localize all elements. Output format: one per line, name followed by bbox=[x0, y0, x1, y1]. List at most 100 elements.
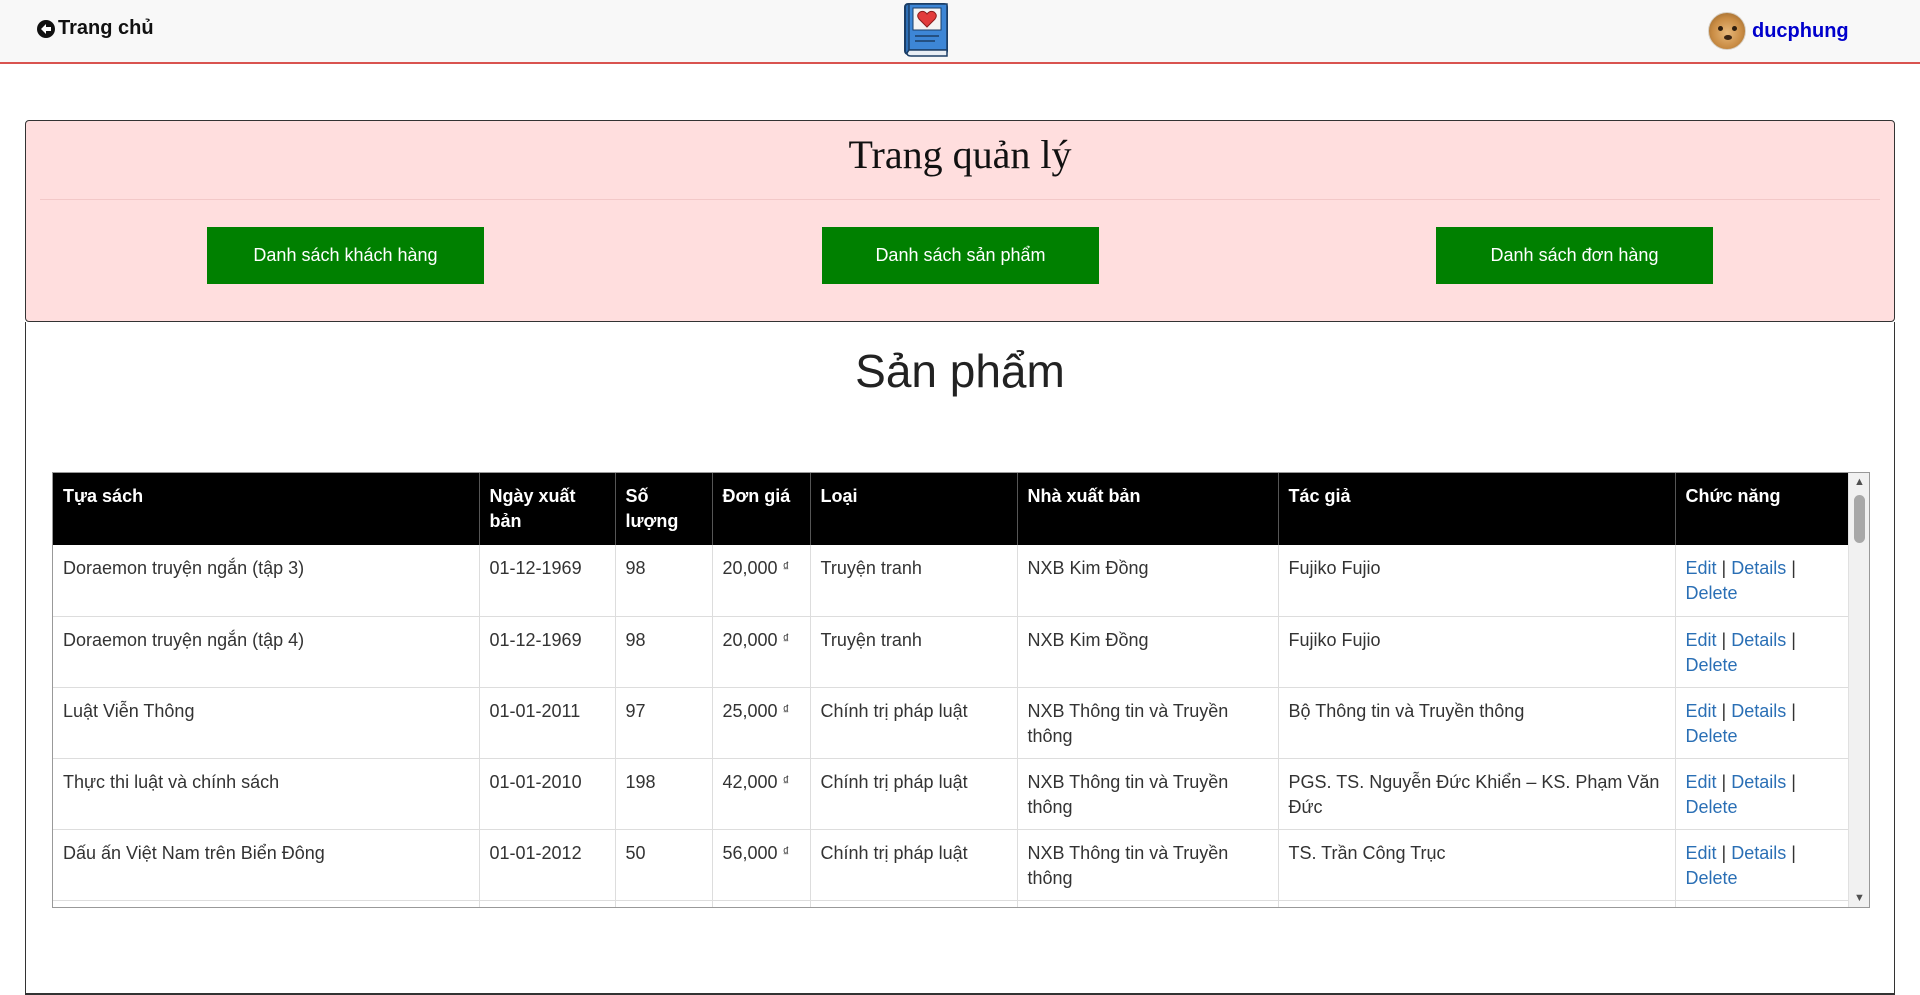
triangle-up-icon[interactable]: ▲ bbox=[1849, 473, 1869, 491]
price-value: 42,000 bbox=[722, 771, 778, 792]
cell-date: 01-12-1969 bbox=[479, 545, 616, 617]
vertical-scrollbar[interactable]: ▲ ▼ bbox=[1848, 473, 1869, 907]
home-link-label: Trang chủ bbox=[58, 17, 154, 39]
column-header-price[interactable]: Đơn giá bbox=[712, 473, 811, 545]
cell-author: Bộ Thông tin và Truyền thông bbox=[1278, 687, 1676, 759]
table-row: Luật Viễn Thông 01-01-2011 97 25,000 ₫ Chính… bbox=[53, 687, 1850, 759]
details-link[interactable]: Details bbox=[1731, 843, 1786, 863]
currency-symbol: ₫ bbox=[782, 843, 790, 859]
action-separator: | bbox=[1791, 629, 1796, 650]
divider bbox=[40, 199, 1880, 200]
page-title: Sản phẩm bbox=[855, 345, 1065, 397]
cell-category: Chính trị pháp luật bbox=[810, 687, 1018, 759]
cell-actions: Edit | Details | Delete bbox=[1675, 545, 1850, 617]
cell-price: 20,000 ₫ bbox=[712, 616, 811, 688]
column-header-author[interactable]: Tác giả bbox=[1278, 473, 1676, 545]
cell-publisher: NXB Thông tin và Truyền thông bbox=[1017, 758, 1279, 830]
table-row: Dấu ấn Việt Nam trên Biển Đông 01-01-2012… bbox=[53, 829, 1850, 901]
delete-link[interactable]: Delete bbox=[1686, 583, 1738, 603]
edit-link[interactable]: Edit bbox=[1686, 630, 1717, 650]
currency-symbol: ₫ bbox=[782, 559, 790, 574]
column-header-title[interactable]: Tựa sách bbox=[53, 473, 480, 545]
products-table: Tựa sách Ngày xuất bản Số lượng Đơn giá … bbox=[53, 473, 1850, 907]
cell-author: PGS. TS. Nguyễn Đức Khiển – KS. Phạm Văn… bbox=[1278, 758, 1676, 830]
edit-link[interactable]: Edit bbox=[1686, 772, 1717, 792]
delete-link[interactable]: Delete bbox=[1686, 797, 1738, 817]
edit-link[interactable]: Edit bbox=[1686, 843, 1717, 863]
price-value: 20,000 bbox=[722, 558, 778, 578]
action-separator: | bbox=[1791, 771, 1796, 792]
action-separator: | bbox=[1721, 842, 1727, 863]
cell-date: 01-01-2010 bbox=[479, 758, 616, 830]
currency-symbol: ₫ bbox=[782, 701, 790, 717]
admin-panel: Trang quản lý Danh sách khách hàng Danh … bbox=[25, 120, 1895, 322]
details-link[interactable]: Details bbox=[1731, 630, 1786, 650]
circle-arrow-left-icon bbox=[37, 19, 55, 38]
table-row: Thực thi luật và chính sách 01-01-2010 198… bbox=[53, 758, 1850, 830]
action-separator: | bbox=[1791, 700, 1796, 721]
price-value: 56,000 bbox=[722, 842, 778, 863]
cell-quantity: 98 bbox=[615, 545, 713, 617]
details-link[interactable]: Details bbox=[1731, 558, 1786, 578]
cell-publisher: NXB Thông tin và Truyền thông bbox=[1017, 829, 1279, 901]
cell-publisher: NXB Kim Đồng bbox=[1017, 545, 1279, 617]
cell-price: 42,000 ₫ bbox=[712, 758, 811, 830]
edit-link[interactable]: Edit bbox=[1686, 558, 1717, 578]
home-link[interactable]: Trang chủ bbox=[36, 17, 154, 40]
currency-symbol: ₫ bbox=[782, 772, 790, 788]
table-cell-empty bbox=[53, 900, 480, 907]
column-header-category[interactable]: Loại bbox=[810, 473, 1018, 545]
products-panel: Sản phẩm Tựa sách Ngày xuất bản Số lượng… bbox=[25, 322, 1895, 995]
table-cell-empty bbox=[1675, 900, 1850, 907]
cell-quantity: 50 bbox=[615, 829, 713, 901]
cell-quantity: 98 bbox=[615, 616, 713, 688]
table-row: Doraemon truyện ngắn (tập 4) 01-12-1969 98… bbox=[53, 616, 1850, 688]
cell-publisher: NXB Kim Đồng bbox=[1017, 616, 1279, 688]
cell-price: 20,000 ₫ bbox=[712, 545, 811, 617]
delete-link[interactable]: Delete bbox=[1686, 868, 1738, 888]
cell-actions: Edit | Details | Delete bbox=[1675, 687, 1850, 759]
table-cell-empty bbox=[1017, 900, 1279, 907]
delete-link[interactable]: Delete bbox=[1686, 655, 1738, 675]
scrollbar-thumb[interactable] bbox=[1854, 495, 1865, 543]
product-list-button[interactable]: Danh sách sản phẩm bbox=[822, 227, 1099, 284]
user-menu[interactable]: ducphung bbox=[1708, 12, 1849, 50]
delete-link[interactable]: Delete bbox=[1686, 726, 1738, 746]
details-link[interactable]: Details bbox=[1731, 772, 1786, 792]
cell-quantity: 198 bbox=[615, 758, 713, 830]
details-link[interactable]: Details bbox=[1731, 701, 1786, 721]
cell-price: 56,000 ₫ bbox=[712, 829, 811, 901]
book-heart-icon[interactable] bbox=[903, 2, 951, 60]
cell-title: Thực thi luật và chính sách bbox=[53, 758, 480, 830]
action-separator: | bbox=[1791, 558, 1796, 578]
cell-actions: Edit | Details | Delete bbox=[1675, 829, 1850, 901]
cell-publisher: NXB Thông tin và Truyền thông bbox=[1017, 687, 1279, 759]
cell-category: Truyện tranh bbox=[810, 616, 1018, 688]
table-row: Doraemon truyện ngắn (tập 3) 01-12-1969 98… bbox=[53, 545, 1850, 617]
customer-list-button[interactable]: Danh sách khách hàng bbox=[207, 227, 484, 284]
cell-price: 25,000 ₫ bbox=[712, 687, 811, 759]
table-cell-empty bbox=[712, 900, 811, 907]
column-header-publisher[interactable]: Nhà xuất bản bbox=[1017, 473, 1279, 545]
cell-actions: Edit | Details | Delete bbox=[1675, 616, 1850, 688]
table-cell-empty bbox=[479, 900, 616, 907]
action-separator: | bbox=[1721, 700, 1727, 721]
cell-category: Chính trị pháp luật bbox=[810, 829, 1018, 901]
action-separator: | bbox=[1721, 629, 1727, 650]
triangle-down-icon[interactable]: ▼ bbox=[1849, 889, 1869, 907]
table-cell-empty bbox=[1278, 900, 1676, 907]
table-cell-empty bbox=[615, 900, 713, 907]
order-list-button[interactable]: Danh sách đơn hàng bbox=[1436, 227, 1713, 284]
price-value: 25,000 bbox=[722, 700, 778, 721]
table-row bbox=[53, 900, 1850, 907]
column-header-date[interactable]: Ngày xuất bản bbox=[479, 473, 616, 545]
username[interactable]: ducphung bbox=[1752, 20, 1849, 43]
price-value: 20,000 bbox=[722, 629, 778, 650]
products-table-container[interactable]: Tựa sách Ngày xuất bản Số lượng Đơn giá … bbox=[52, 472, 1870, 908]
cell-category: Truyện tranh bbox=[810, 545, 1018, 617]
column-header-quantity[interactable]: Số lượng bbox=[615, 473, 713, 545]
cell-title: Dấu ấn Việt Nam trên Biển Đông bbox=[53, 829, 480, 901]
edit-link[interactable]: Edit bbox=[1686, 701, 1717, 721]
column-header-actions: Chức năng bbox=[1675, 473, 1850, 545]
admin-title: Trang quản lý bbox=[848, 132, 1072, 177]
